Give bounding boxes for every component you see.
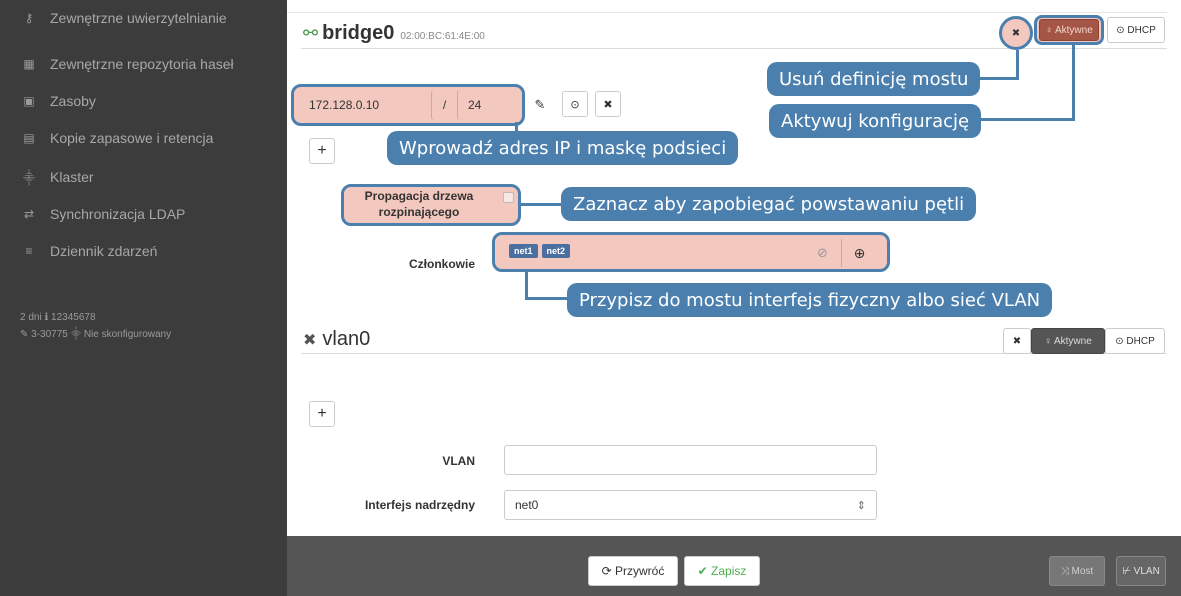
vlan-active-button[interactable]: ♀ Aktywne [1031, 328, 1105, 354]
vlan-title: ✖ vlan0 [303, 328, 370, 351]
ip-address-input[interactable]: 172.128.0.10 [299, 90, 433, 120]
member-tag[interactable]: net2 [541, 244, 571, 258]
vlan-dhcp-button[interactable]: ⊙ DHCP [1105, 328, 1165, 354]
vlan-remove-button[interactable]: ✖ [1003, 328, 1031, 354]
search-icon[interactable]: ⊕ [841, 239, 877, 267]
image-icon: ▣ [23, 94, 35, 108]
version-cluster-status: ✎ 3-30775 ⸎ Nie skonfigurowany [20, 329, 172, 340]
bridge-remove-button[interactable]: ✖ [1006, 22, 1026, 44]
members-label: Członkowie [408, 257, 475, 271]
list-icon: ≡ [25, 244, 33, 258]
vlan-name: vlan0 [322, 328, 371, 350]
parent-interface-select[interactable]: net0 ⇕ [504, 490, 877, 520]
sidebar-item-label: Dziennik zdarzeń [50, 243, 158, 259]
exchange-icon: ⇄ [23, 207, 35, 221]
add-bridge-button[interactable]: ⤨ Most [1049, 556, 1105, 586]
sidebar-item-cluster[interactable]: ⸎ Klaster [20, 165, 94, 189]
vlan-id-label: VLAN [442, 454, 475, 468]
sidebar-item-ldap-sync[interactable]: ⇄ Synchronizacja LDAP [20, 202, 185, 226]
parent-interface-value: net0 [515, 498, 539, 512]
sidebar-item-password-repos[interactable]: ▦ Zewnętrzne repozytoria haseł [20, 52, 234, 76]
uptime-serial: 2 dni ℹ 12345678 [20, 312, 96, 323]
globe-icon[interactable]: ⊙ [562, 91, 588, 117]
sidebar-item-label: Synchronizacja LDAP [50, 206, 186, 222]
callout-stp: Zaznacz aby zapobiegać powstawaniu pętli [561, 187, 977, 221]
sidebar: ⚷ Zewnętrzne uwierzytelnianie ▦ Zewnętrz… [0, 0, 287, 596]
sidebar-item-label: Zewnętrzne uwierzytelnianie [50, 10, 227, 26]
sidebar-item-resources[interactable]: ▣ Zasoby [20, 89, 96, 113]
ip-mask-separator: / [431, 90, 457, 120]
archive-icon: ▤ [23, 131, 35, 145]
select-arrow-icon: ⇕ [856, 499, 866, 512]
bridge-active-button[interactable]: ♀ Aktywne [1039, 19, 1099, 41]
footer-toolbar: ⟳ Przywróć ✔ Zapisz ⤨ Most ⊬ VLAN [287, 536, 1181, 596]
sidebar-item-label: Klaster [50, 169, 94, 185]
revert-button[interactable]: ⟳ Przywróć [588, 556, 678, 586]
wrench-icon[interactable]: ✎ [527, 92, 553, 118]
vlan-add-ip-button[interactable]: + [309, 401, 335, 427]
sidebar-item-external-auth[interactable]: ⚷ Zewnętrzne uwierzytelnianie [20, 6, 227, 30]
sidebar-item-label: Zasoby [50, 93, 96, 109]
sidebar-item-backups[interactable]: ▤ Kopie zapasowe i retencja [20, 126, 213, 150]
members-input[interactable]: net1 net2 [499, 236, 843, 266]
sidebar-item-label: Kopie zapasowe i retencja [50, 130, 214, 146]
callout-activate-config: Aktywuj konfigurację [769, 104, 982, 138]
main-content: ⚯ bridge0 02:00:BC:61:4E:00 ✖ ♀ Aktywne … [287, 0, 1181, 536]
grid-icon: ▦ [23, 57, 35, 71]
bridge-name: bridge0 [322, 22, 395, 44]
sidebar-item-label: Zewnętrzne repozytoria haseł [50, 56, 234, 72]
vlan-id-input[interactable] [504, 445, 877, 475]
bridge-dhcp-button[interactable]: ⊙ DHCP [1107, 17, 1165, 43]
clear-icon[interactable]: ⊘ [817, 245, 828, 261]
bridge-title: ⚯ bridge0 02:00:BC:61:4E:00 [303, 22, 485, 45]
bridge-icon: ⚯ [303, 23, 319, 43]
member-tag[interactable]: net1 [509, 244, 538, 258]
sidebar-item-event-log[interactable]: ≡ Dziennik zdarzeń [20, 239, 157, 263]
callout-remove-bridge: Usuń definicję mostu [767, 62, 981, 96]
subnet-mask-input[interactable]: 24 [457, 90, 517, 120]
key-icon: ⚷ [24, 11, 34, 25]
close-icon: ✖ [303, 332, 317, 349]
stp-label: Propagacja drzewa rozpinającego [364, 189, 474, 219]
add-ip-button[interactable]: + [309, 138, 335, 164]
sitemap-icon: ⸎ [22, 170, 36, 185]
bridge-mac: 02:00:BC:61:4E:00 [400, 31, 485, 42]
add-vlan-button[interactable]: ⊬ VLAN [1116, 556, 1166, 586]
callout-enter-ip: Wprowadź adres IP i maskę podsieci [387, 131, 739, 165]
save-button[interactable]: ✔ Zapisz [684, 556, 760, 586]
callout-members: Przypisz do mostu interfejs fizyczny alb… [567, 283, 1053, 317]
stp-checkbox[interactable] [503, 192, 514, 203]
remove-ip-button[interactable]: ✖ [595, 91, 621, 117]
parent-interface-label: Interfejs nadrzędny [364, 498, 475, 512]
